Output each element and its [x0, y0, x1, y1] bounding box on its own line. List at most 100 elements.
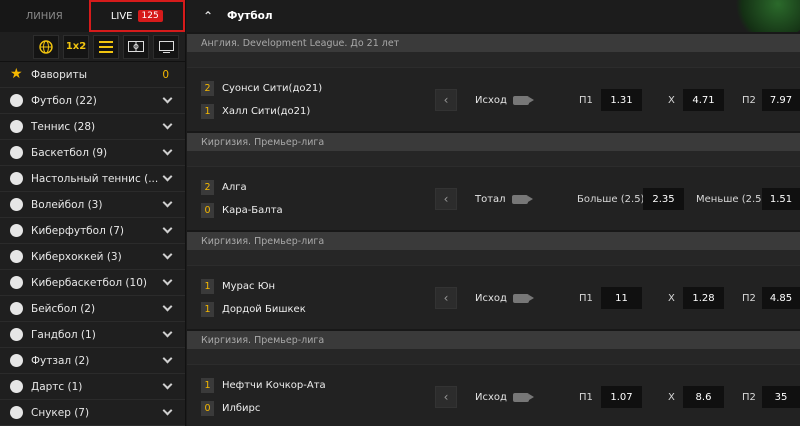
teams: 2 Суонси Сити(до21) 1 Халл Сити(до21) — [187, 80, 407, 119]
team-away[interactable]: 0 Кара-Балта — [201, 202, 407, 218]
spacer — [187, 52, 800, 67]
cyber-hockey-icon — [10, 250, 23, 263]
team-name: Кара-Балта — [222, 204, 283, 216]
sidebar-item-label: Баскетбол (9) — [31, 146, 108, 159]
sidebar-item-label: Снукер (7) — [31, 406, 90, 419]
monitor-button[interactable] — [153, 34, 179, 59]
odd-label: Х — [668, 391, 675, 403]
sidebar-item-label: Дартс (1) — [31, 380, 83, 393]
volleyball-icon — [10, 198, 23, 211]
list-icon — [99, 40, 113, 53]
odd-button[interactable]: 35 — [762, 386, 800, 408]
sidebar-item-baseball[interactable]: Бейсбол (2) — [0, 296, 185, 322]
market-selector[interactable]: Тотал — [475, 167, 533, 231]
chevron-down-icon — [162, 145, 173, 156]
chevron-down-icon — [162, 223, 173, 234]
sidebar: ЛИНИЯ LIVE 125 1x2 ★ Фавориты 0 Футбол (… — [0, 0, 186, 426]
spacer — [187, 151, 800, 166]
prev-market-button[interactable]: ‹ — [435, 89, 457, 111]
sidebar-item-cyber-basketball[interactable]: Кибербаскетбол (10) — [0, 270, 185, 296]
odd-button[interactable]: 11 — [601, 287, 642, 309]
prev-market-button[interactable]: ‹ — [435, 386, 457, 408]
team-home[interactable]: 2 Алга — [201, 179, 407, 195]
odd-button[interactable]: 4.71 — [683, 89, 724, 111]
chevron-down-icon — [162, 405, 173, 416]
football-icon — [10, 94, 23, 107]
team-home[interactable]: 1 Мурас Юн — [201, 278, 407, 294]
banner-decoration — [730, 0, 800, 32]
odd-button[interactable]: 8.6 — [683, 386, 724, 408]
market-label: Тотал — [475, 193, 506, 205]
market-selector[interactable]: Исход — [475, 68, 534, 132]
tab-live[interactable]: LIVE 125 — [88, 0, 185, 32]
score: 2 — [201, 179, 214, 195]
odd-button[interactable]: 4.85 — [762, 287, 800, 309]
odd-button[interactable]: 1.51 — [762, 188, 800, 210]
sidebar-item-label: Бейсбол (2) — [31, 302, 96, 315]
baseball-icon — [10, 302, 23, 315]
sidebar-item-favorites[interactable]: ★ Фавориты 0 — [0, 62, 185, 88]
odd-label: Больше (2.5) — [577, 193, 645, 205]
odd-button[interactable]: 1.07 — [601, 386, 642, 408]
odd-label: Х — [668, 94, 675, 106]
prev-market-button[interactable]: ‹ — [435, 287, 457, 309]
team-away[interactable]: 1 Дордой Бишкек — [201, 301, 407, 317]
team-home[interactable]: 1 Нефтчи Кочкор-Ата — [201, 377, 407, 393]
team-away[interactable]: 1 Халл Сити(до21) — [201, 103, 407, 119]
team-name: Алга — [222, 181, 247, 193]
live-count-badge: 125 — [137, 10, 163, 22]
sidebar-item-label: Футзал (2) — [31, 354, 90, 367]
odd-button[interactable]: 1.31 — [601, 89, 642, 111]
odd-button[interactable]: 7.97 — [762, 89, 800, 111]
field-view-button[interactable] — [123, 34, 149, 59]
market-label: Исход — [475, 292, 507, 304]
handball-icon — [10, 328, 23, 341]
chevron-down-icon — [162, 379, 173, 390]
page-title: Футбол — [227, 10, 273, 22]
cyber-basketball-icon — [10, 276, 23, 289]
team-away[interactable]: 0 Илбирс — [201, 400, 407, 416]
market-selector[interactable]: Исход — [475, 266, 534, 330]
sidebar-item-volleyball[interactable]: Волейбол (3) — [0, 192, 185, 218]
1x2-icon: 1x2 — [65, 41, 87, 52]
prev-market-button[interactable]: ‹ — [435, 188, 457, 210]
sidebar-item-label: Кибербаскетбол (10) — [31, 276, 147, 289]
sidebar-item-darts[interactable]: Дартс (1) — [0, 374, 185, 400]
sidebar-item-snooker[interactable]: Снукер (7) — [0, 400, 185, 426]
sidebar-item-cyber-football[interactable]: Киберфутбол (7) — [0, 218, 185, 244]
globe-button[interactable] — [33, 34, 59, 59]
sidebar-item-table-tennis[interactable]: Настольный теннис (... — [0, 166, 185, 192]
1x2-button[interactable]: 1x2 — [63, 34, 89, 59]
odd-label: П2 — [742, 292, 756, 304]
section-header[interactable]: ⌃ Футбол — [187, 0, 800, 32]
sidebar-item-label: Настольный теннис (... — [31, 172, 159, 185]
sidebar-tabs: ЛИНИЯ LIVE 125 — [0, 0, 185, 32]
chevron-left-icon: ‹ — [443, 192, 449, 206]
sidebar-item-label: Волейбол (3) — [31, 198, 103, 211]
teams: 1 Нефтчи Кочкор-Ата 0 Илбирс — [187, 377, 407, 416]
league-header: Киргизия. Премьер-лига — [187, 133, 800, 151]
team-home[interactable]: 2 Суонси Сити(до21) — [201, 80, 407, 96]
team-name: Дордой Бишкек — [222, 303, 306, 315]
score: 2 — [201, 80, 214, 96]
odd-button[interactable]: 2.35 — [643, 188, 684, 210]
league-header: Англия. Development League. До 21 лет — [187, 34, 800, 52]
score: 0 — [201, 400, 214, 416]
market-selector[interactable]: Исход — [475, 365, 534, 426]
sidebar-item-futsal[interactable]: Футзал (2) — [0, 348, 185, 374]
chevron-up-icon[interactable]: ⌃ — [203, 9, 217, 23]
market-arrow-icon — [512, 95, 534, 105]
tennis-icon — [10, 120, 23, 133]
sidebar-item-tennis[interactable]: Теннис (28) — [0, 114, 185, 140]
list-view-button[interactable] — [93, 34, 119, 59]
sidebar-item-label: Киберфутбол (7) — [31, 224, 125, 237]
sidebar-item-cyber-hockey[interactable]: Киберхоккей (3) — [0, 244, 185, 270]
tab-line[interactable]: ЛИНИЯ — [0, 0, 89, 32]
sidebar-item-football[interactable]: Футбол (22) — [0, 88, 185, 114]
chevron-left-icon: ‹ — [443, 93, 449, 107]
odd-button[interactable]: 1.28 — [683, 287, 724, 309]
sidebar-item-basketball[interactable]: Баскетбол (9) — [0, 140, 185, 166]
odd-label: П1 — [579, 94, 593, 106]
sidebar-item-handball[interactable]: Гандбол (1) — [0, 322, 185, 348]
market-arrow-icon — [512, 392, 534, 402]
